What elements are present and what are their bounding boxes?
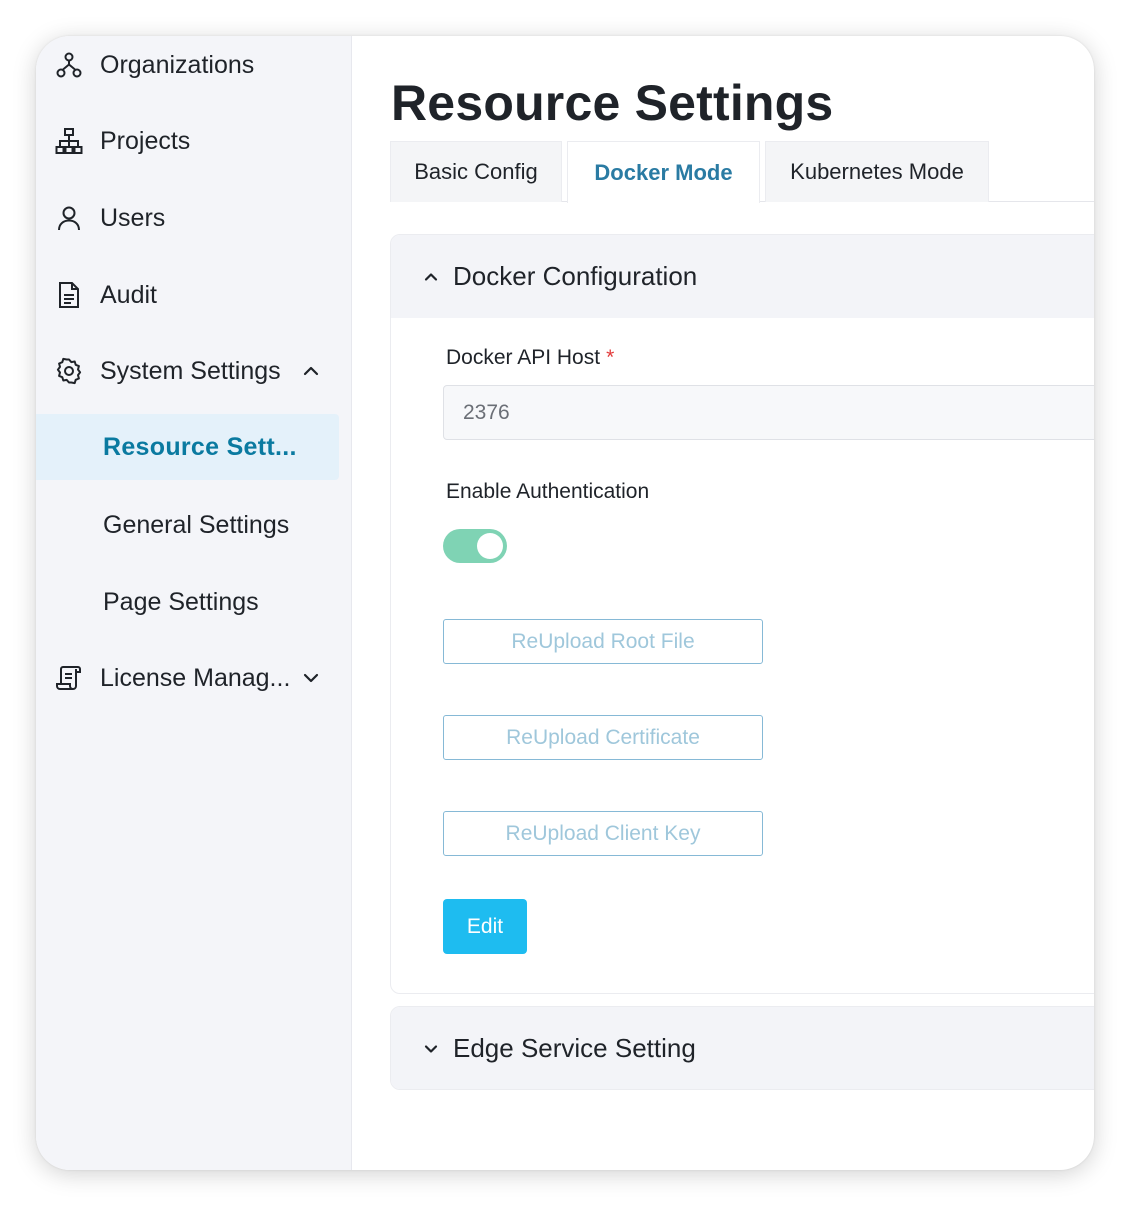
sidebar-item-label: License Manag... (100, 663, 291, 692)
panel-title: Docker Configuration (453, 261, 698, 291)
sidebar-subitem-label: Resource Sett... (103, 432, 297, 461)
sidebar-subitem-page-settings[interactable]: Page Settings (36, 569, 339, 635)
sidebar-item-audit[interactable]: Audit (36, 262, 339, 328)
main-content: Resource Settings Basic Config Docker Mo… (352, 36, 1094, 1170)
sidebar-item-users[interactable]: Users (36, 185, 339, 251)
gear-icon (54, 356, 84, 386)
enable-authentication-label: Enable Authentication (446, 480, 650, 503)
sidebar-item-license-management[interactable]: License Manag... (36, 645, 339, 711)
sidebar-item-label: Audit (100, 280, 157, 309)
sidebar-item-label: Users (100, 203, 166, 232)
chevron-up-icon (300, 360, 322, 382)
document-icon (54, 280, 84, 310)
toggle-knob (477, 533, 503, 559)
edge-service-setting-panel: Edge Service Setting (390, 1006, 1094, 1090)
sidebar-item-label: Organizations (100, 50, 255, 79)
tab-kubernetes-mode[interactable]: Kubernetes Mode (765, 141, 989, 202)
reupload-root-file-button[interactable]: ReUpload Root File (443, 619, 763, 664)
required-mark: * (606, 346, 615, 369)
sidebar-item-projects[interactable]: Projects (36, 108, 339, 174)
sidebar: Organizations Projects Users Audit Syste… (36, 36, 352, 1170)
docker-api-host-label: Docker API Host * (446, 346, 614, 370)
docker-api-host-input[interactable] (443, 385, 1094, 440)
chevron-down-icon (421, 1039, 441, 1059)
sidebar-subitem-label: General Settings (103, 510, 290, 539)
edit-button[interactable]: Edit (443, 899, 527, 954)
tab-bar: Basic Config Docker Mode Kubernetes Mode (390, 141, 1094, 203)
sidebar-item-organizations[interactable]: Organizations (36, 36, 339, 98)
sidebar-item-system-settings[interactable]: System Settings (36, 338, 339, 404)
edge-service-setting-header[interactable]: Edge Service Setting (391, 1007, 1094, 1089)
sidebar-item-label: Projects (100, 126, 191, 155)
page-title: Resource Settings (391, 75, 834, 131)
tab-basic-config[interactable]: Basic Config (390, 141, 562, 202)
tab-docker-mode[interactable]: Docker Mode (567, 141, 760, 203)
projects-icon (54, 126, 84, 156)
sidebar-item-label: System Settings (100, 356, 281, 385)
reupload-certificate-button[interactable]: ReUpload Certificate (443, 715, 763, 760)
docker-configuration-header[interactable]: Docker Configuration (391, 235, 1094, 318)
sidebar-subitem-general-settings[interactable]: General Settings (36, 492, 339, 558)
sidebar-subitem-resource-settings[interactable]: Resource Sett... (36, 414, 339, 480)
chevron-down-icon (300, 667, 322, 689)
sidebar-subitem-label: Page Settings (103, 587, 259, 616)
chevron-up-icon (421, 267, 441, 287)
docker-configuration-panel: Docker Configuration Docker API Host* En… (390, 234, 1094, 994)
license-icon (54, 663, 84, 693)
reupload-client-key-button[interactable]: ReUpload Client Key (443, 811, 763, 856)
user-icon (54, 203, 84, 233)
organizations-icon (54, 50, 84, 80)
panel-title: Edge Service Setting (453, 1033, 696, 1063)
app-window: Organizations Projects Users Audit Syste… (36, 36, 1094, 1170)
docker-api-host-label-text: Docker API Host (446, 346, 601, 369)
enable-authentication-toggle[interactable] (443, 529, 507, 563)
